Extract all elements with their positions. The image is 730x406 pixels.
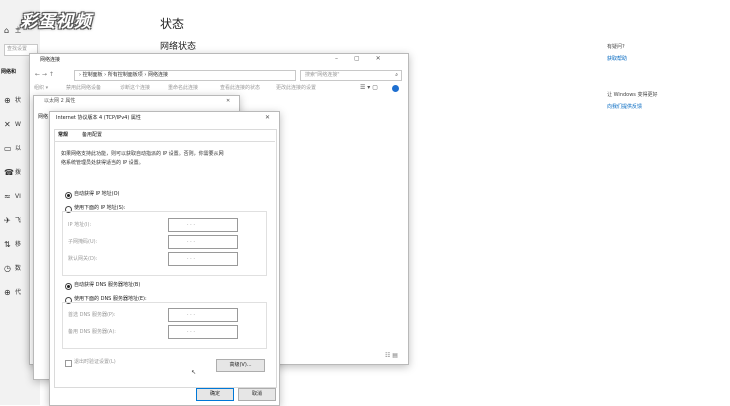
validate-checkbox[interactable] — [65, 360, 72, 367]
search-icon: ⌕ — [395, 72, 398, 78]
toolbar-organize[interactable]: 组织 ▾ — [34, 85, 48, 92]
page-title: 状态 — [160, 17, 185, 31]
advanced-button[interactable]: 高级(V)... — [216, 359, 265, 372]
preferred-dns-field[interactable]: . . . — [168, 308, 238, 322]
data-usage-icon: ◷ — [4, 264, 11, 273]
validate-checkbox-label: 退出时验证设置(L) — [74, 359, 116, 365]
sidebar-section-label: 网络和 — [1, 69, 17, 75]
description-line2: 络系统管理员处获得适当的 IP 设置。 — [61, 160, 144, 166]
breadcrumb: › 控制面板 › 所有控制面板项 › 网络连接 — [79, 72, 168, 78]
close-icon[interactable]: ✕ — [265, 114, 270, 122]
sidebar-item-label: 数 — [15, 265, 22, 272]
sidebar-item-label: 代 — [15, 289, 22, 296]
sidebar-item-label: VI — [15, 193, 21, 200]
wifi-icon: ✕ — [4, 120, 11, 129]
ipv4-properties-dialog: Internet 协议版本 4 (TCP/IPv4) 属性 ✕ 常规 备用配置 … — [49, 111, 280, 406]
cancel-button[interactable]: 取消 — [238, 388, 276, 401]
explorer-title: 网络连接 — [40, 57, 61, 63]
hotspot-icon: ⇅ — [4, 240, 11, 249]
sidebar-item-label: 移 — [15, 241, 22, 248]
explorer-toolbar: 组织 ▾ 禁用此网络设备 诊断这个连接 重命名此连接 查看此连接的状态 更改此连… — [30, 84, 408, 94]
alternate-dns-field[interactable]: . . . — [168, 325, 238, 339]
tab-divider — [54, 141, 275, 142]
radio-auto-dns-label: 自动获得 DNS 服务器地址(B) — [74, 282, 141, 288]
subnet-mask-field[interactable]: . . . — [168, 235, 238, 249]
toolbar-diagnose[interactable]: 诊断这个连接 — [120, 85, 150, 92]
view-options-icon[interactable]: ☰ ▾ ▢ — [360, 84, 378, 92]
default-gateway-label: 默认网关(D): — [68, 256, 98, 262]
vpn-icon: ≈ — [4, 192, 11, 201]
explorer-search-placeholder: 搜索"网络连接" — [305, 72, 340, 78]
ip-dots: . . . — [187, 328, 195, 334]
toolbar-change-settings[interactable]: 更改此连接的设置 — [276, 85, 316, 92]
toolbar-view-status[interactable]: 查看此连接的状态 — [220, 85, 260, 92]
ok-button[interactable]: 确定 — [196, 388, 234, 401]
sidebar-item-label: 状 — [15, 97, 22, 104]
ipv4-dialog-title: Internet 协议版本 4 (TCP/IPv4) 属性 — [56, 115, 141, 121]
ip-dots: . . . — [187, 221, 195, 227]
airplane-icon: ✈ — [4, 216, 11, 225]
improve-windows-text: 让 Windows 变得更好 — [607, 92, 658, 98]
page-subtitle: 网络状态 — [160, 42, 197, 52]
watermark-logo: 彩蛋视频 — [20, 12, 92, 32]
home-icon: ⌂ — [4, 26, 10, 35]
nav-arrows[interactable]: ← → ↑ — [35, 71, 54, 79]
get-help-link[interactable]: 获取帮助 — [607, 56, 627, 63]
globe-icon: ⊕ — [4, 96, 11, 105]
close-icon[interactable]: ✕ — [226, 98, 230, 105]
ethernet-properties-title: 以太网 2 属性 — [44, 98, 76, 104]
phone-icon: ☎ — [4, 168, 14, 177]
settings-search-placeholder: 查找设置 — [7, 46, 28, 52]
toolbar-rename[interactable]: 重命名此连接 — [168, 85, 198, 92]
subnet-mask-label: 子网掩码(U): — [68, 239, 98, 245]
ethernet-icon: ▭ — [4, 144, 12, 153]
sidebar-item-label: W — [15, 121, 21, 128]
sidebar-item-label: 以 — [15, 145, 22, 152]
preferred-dns-label: 首选 DNS 服务器(P): — [68, 312, 116, 318]
ip-dots: . . . — [187, 311, 195, 317]
radio-auto-ip[interactable] — [65, 192, 72, 199]
ip-dots: . . . — [187, 255, 195, 261]
explorer-search-input[interactable]: 搜索"网络连接" ⌕ — [300, 70, 402, 81]
help-question: 有疑问? — [607, 44, 625, 50]
description-line1: 如果网络支持此功能，则可以获取自动指派的 IP 设置。否则，你需要从网 — [61, 151, 224, 157]
sidebar-item-label: 拨 — [15, 169, 22, 176]
tab-network[interactable]: 网络 — [38, 114, 48, 121]
tab-alternate[interactable]: 备用配置 — [82, 132, 102, 139]
alternate-dns-label: 备用 DNS 服务器(A): — [68, 329, 116, 335]
mouse-cursor-icon: ↖ — [191, 369, 197, 376]
default-gateway-field[interactable]: . . . — [168, 252, 238, 266]
radio-auto-dns[interactable] — [65, 283, 72, 290]
radio-auto-ip-label: 自动获得 IP 地址(O) — [74, 191, 120, 197]
help-icon[interactable] — [392, 85, 399, 92]
proxy-icon: ⊕ — [4, 288, 11, 297]
toolbar-disable[interactable]: 禁用此网络设备 — [66, 85, 101, 92]
ip-address-label: IP 地址(I): — [68, 222, 92, 228]
ip-address-field[interactable]: . . . — [168, 218, 238, 232]
address-bar[interactable]: › 控制面板 › 所有控制面板项 › 网络连接 — [74, 70, 296, 81]
ip-dots: . . . — [187, 238, 195, 244]
tab-general[interactable]: 常规 — [58, 132, 68, 139]
window-controls[interactable]: –▢✕ — [335, 55, 397, 63]
view-toggle-icon[interactable]: ☷ ▤ — [385, 352, 398, 360]
sidebar-item-label: 飞 — [15, 217, 22, 224]
feedback-link[interactable]: 向我们提供反馈 — [607, 104, 642, 111]
